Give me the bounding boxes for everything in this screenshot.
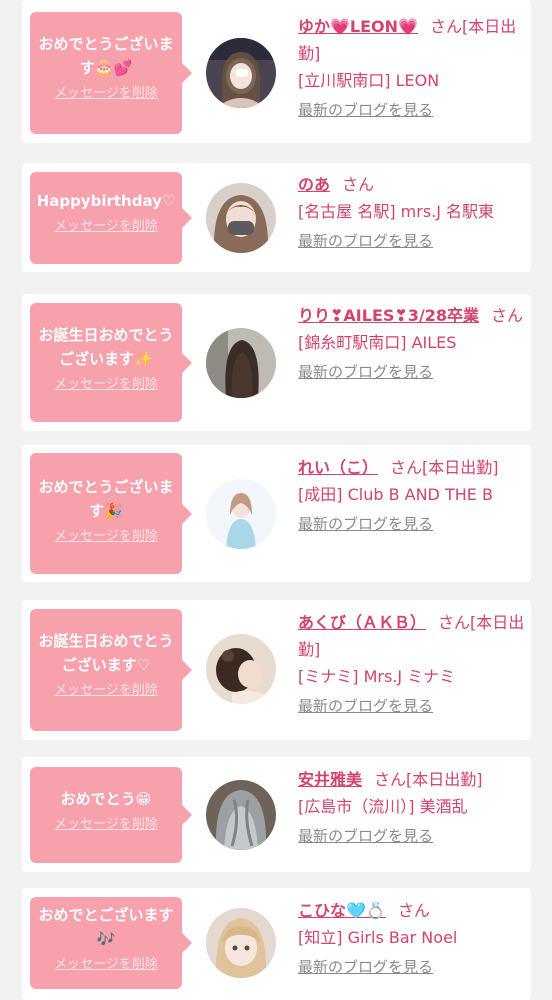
avatar-photo-icon [206,908,276,978]
avatar-photo-icon [206,479,276,549]
cast-info: ゆか💗LEON💗 さん[本日出勤] [立川駅南口] LEON 最新のブログを見る [298,13,526,124]
delete-message-link[interactable]: メッセージを削除 [54,215,158,234]
honorific: さん [374,770,407,789]
cast-info: のあ さん [名古屋 名駅] mrs.J 名駅東 最新のブログを見る [298,171,526,255]
shop-name: [名古屋 名駅] mrs.J 名駅東 [298,202,495,221]
honorific: さん [397,901,430,920]
cast-info: 安井雅美 さん[本日出勤] [広島市（流川）] 美酒乱 最新のブログを見る [298,766,526,850]
latest-blog-link[interactable]: 最新のブログを見る [298,228,433,255]
cast-name-link[interactable]: れい（こ） [298,458,378,477]
latest-blog-link[interactable]: 最新のブログを見る [298,954,433,981]
shop-name: [知立] Girls Bar Noel [298,928,458,947]
message-card: お誕生日おめでとうございます♡ メッセージを削除 あくび（ＡＫＢ） さん[本日出勤… [22,600,531,740]
message-bubble: お誕生日おめでとうございます✨ メッセージを削除 [30,303,192,422]
message-bubble: おめでとございます🎶 メッセージを削除 [30,897,192,989]
cast-name-link[interactable]: のあ [298,175,330,194]
shop-name: [錦糸町駅南口] AILES [298,333,457,352]
delete-message-link[interactable]: メッセージを削除 [54,373,158,392]
avatar[interactable] [206,328,276,398]
delete-message-link[interactable]: メッセージを削除 [54,525,158,544]
avatar-photo-icon [206,634,276,704]
message-text: おめでとうございます🎂💕 [38,35,174,77]
message-text: お誕生日おめでとうございます♡ [38,632,174,674]
latest-blog-link[interactable]: 最新のブログを見る [298,359,433,386]
message-card: Happybirthday♡ メッセージを削除 のあ さん [名古屋 名駅] mr… [22,163,531,272]
latest-blog-link[interactable]: 最新のブログを見る [298,97,433,124]
avatar-photo-icon [206,780,276,850]
message-bubble: お誕生日おめでとうございます♡ メッセージを削除 [30,609,192,731]
delete-message-link[interactable]: メッセージを削除 [54,953,158,972]
message-bubble: おめでとうございます🎂💕 メッセージを削除 [30,12,192,134]
cast-name-link[interactable]: こひな🩵💍 [298,901,386,920]
message-bubble: Happybirthday♡ メッセージを削除 [30,172,192,264]
message-text: おめでとうございます🎉 [38,478,174,520]
latest-blog-link[interactable]: 最新のブログを見る [298,823,433,850]
shop-name: [立川駅南口] LEON [298,71,440,90]
avatar-photo-icon [206,183,276,253]
shop-name: [広島市（流川）] 美酒乱 [298,797,468,816]
shop-name: [ミナミ] Mrs.J ミナミ [298,667,456,686]
cast-name-link[interactable]: 安井雅美 [298,770,362,789]
latest-blog-link[interactable]: 最新のブログを見る [298,511,433,538]
honorific: さん [491,306,524,325]
honorific: さん [342,175,375,194]
honorific: さん [438,613,471,632]
cast-info: りり❣AILES❣3/28卒業 さん [錦糸町駅南口] AILES 最新のブログを… [298,302,526,386]
delete-message-link[interactable]: メッセージを削除 [54,813,158,832]
cast-info: こひな🩵💍 さん [知立] Girls Bar Noel 最新のブログを見る [298,897,526,981]
avatar[interactable] [206,780,276,850]
cast-name-link[interactable]: あくび（ＡＫＢ） [298,613,426,632]
avatar[interactable] [206,634,276,704]
message-card: お誕生日おめでとうございます✨ メッセージを削除 りり❣AILES❣3/28卒業… [22,294,531,431]
message-bubble: おめでとう😁 メッセージを削除 [30,767,192,863]
delete-message-link[interactable]: メッセージを削除 [54,679,158,698]
avatar-photo-icon [206,38,276,108]
message-text: おめでとございます🎶 [38,906,174,948]
message-card: おめでとうございます🎂💕 メッセージを削除 ゆか💗LEON💗 さん[本日出勤] [… [22,0,531,143]
honorific: さん [429,17,462,36]
cast-name-link[interactable]: りり❣AILES❣3/28卒業 [298,306,479,325]
delete-message-link[interactable]: メッセージを削除 [54,82,158,101]
message-card: おめでとございます🎶 メッセージを削除 こひな🩵💍 さん [知立] Girls B… [22,888,531,1000]
avatar[interactable] [206,183,276,253]
avatar[interactable] [206,908,276,978]
cast-info: あくび（ＡＫＢ） さん[本日出勤] [ミナミ] Mrs.J ミナミ 最新のブログを… [298,609,526,720]
message-card: おめでとうございます🎉 メッセージを削除 れい（こ） さん[本日出勤] [成田] … [22,445,531,582]
message-text: おめでとう😁 [60,790,152,808]
shop-name: [成田] Club B AND THE B [298,485,493,504]
message-text: Happybirthday♡ [36,192,176,210]
cast-name-link[interactable]: ゆか💗LEON💗 [298,17,418,36]
message-card: おめでとう😁 メッセージを削除 安井雅美 さん[本日出勤] [広島市（流川）] 美… [22,757,531,872]
honorific: さん [390,458,423,477]
avatar-photo-icon [206,328,276,398]
avatar[interactable] [206,479,276,549]
message-text: お誕生日おめでとうございます✨ [38,326,174,368]
attendance-status: [本日出勤] [422,458,499,477]
latest-blog-link[interactable]: 最新のブログを見る [298,693,433,720]
avatar[interactable] [206,38,276,108]
attendance-status: [本日出勤] [406,770,483,789]
message-bubble: おめでとうございます🎉 メッセージを削除 [30,453,192,574]
cast-info: れい（こ） さん[本日出勤] [成田] Club B AND THE B 最新のブ… [298,454,526,538]
